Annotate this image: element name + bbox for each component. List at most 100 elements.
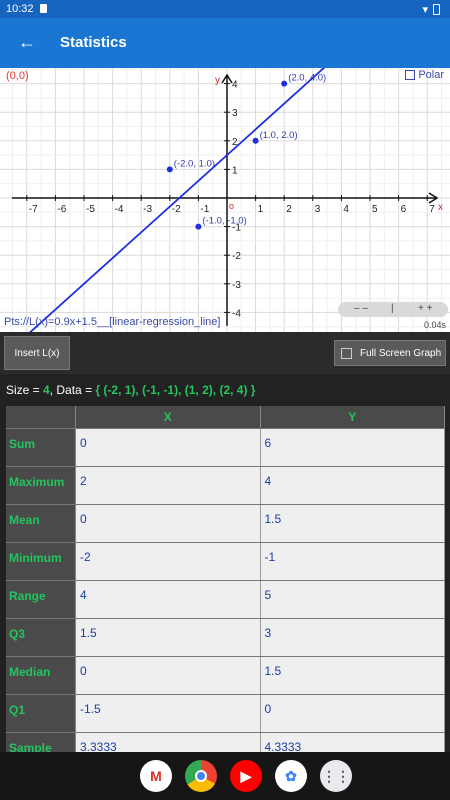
cell-x: 4 bbox=[76, 581, 261, 618]
cell-x: -1.5 bbox=[76, 695, 261, 732]
data-point bbox=[195, 223, 202, 230]
back-arrow-icon[interactable]: ← bbox=[18, 32, 36, 53]
page-title: Statistics bbox=[60, 34, 127, 51]
polar-checkbox[interactable] bbox=[405, 70, 416, 80]
data-point-label: (2.0, 4.0) bbox=[288, 73, 326, 84]
app-bar: ← Statistics bbox=[0, 18, 450, 68]
cell-y: 1.5 bbox=[260, 657, 445, 694]
y-axis-label: y bbox=[215, 75, 220, 86]
zoom-divider: | bbox=[391, 303, 394, 314]
fullscreen-checkbox[interactable] bbox=[341, 347, 352, 359]
data-point-label: (-2.0, 1.0) bbox=[174, 158, 215, 169]
data-point-label: (1.0, 2.0) bbox=[260, 130, 298, 141]
row-label: Minimum bbox=[6, 543, 76, 580]
row-label: Maximum bbox=[6, 467, 76, 504]
x-tick-label: 4 bbox=[343, 204, 349, 215]
table-row: Range 4 5 bbox=[6, 581, 445, 619]
polar-toggle[interactable]: Polar bbox=[405, 69, 444, 81]
graph-area[interactable]: -7 -6 -5 -4 -3 -2 -1 1 2 3 4 5 6 7 4 3 2 1 -1 -2 -3 -4 y x o (-2.… bbox=[0, 68, 450, 332]
fullscreen-label: Full Screen Graph bbox=[360, 347, 442, 359]
header-y: Y bbox=[260, 406, 445, 428]
row-label: Q3 bbox=[6, 619, 76, 656]
render-time: 0.04s bbox=[423, 320, 446, 330]
table-row: Sum 0 6 bbox=[6, 429, 445, 467]
origin-label: (0,0) bbox=[6, 70, 29, 82]
photos-icon[interactable]: ✿ bbox=[275, 760, 307, 792]
x-tick-label: -5 bbox=[86, 204, 95, 215]
x-tick-label: -1 bbox=[200, 204, 209, 215]
polar-label: Polar bbox=[418, 69, 444, 81]
table-row: Mean 0 1.5 bbox=[6, 505, 445, 543]
cell-y: 6 bbox=[260, 429, 445, 466]
nav-dock: M ▶ ✿ ⋮⋮ bbox=[0, 752, 450, 800]
notification-icon bbox=[40, 4, 47, 13]
cell-y: 4 bbox=[260, 467, 445, 504]
chrome-icon[interactable] bbox=[185, 760, 217, 792]
gmail-icon[interactable]: M bbox=[140, 760, 172, 792]
x-tick-label: -7 bbox=[29, 204, 38, 215]
y-tick-label: -4 bbox=[232, 308, 241, 319]
y-tick-label: 3 bbox=[232, 108, 238, 119]
cell-x: -2 bbox=[76, 543, 261, 580]
x-tick-label: 1 bbox=[258, 204, 264, 215]
row-label: Range bbox=[6, 581, 76, 618]
apps-icon[interactable]: ⋮⋮ bbox=[320, 760, 352, 792]
battery-icon bbox=[433, 4, 440, 15]
fullscreen-button[interactable]: Full Screen Graph bbox=[334, 340, 446, 366]
y-tick-label: -2 bbox=[232, 251, 241, 262]
origin-tick-label: o bbox=[229, 201, 234, 211]
size-prefix: Size = bbox=[6, 383, 44, 397]
cell-x: 0 bbox=[76, 505, 261, 542]
x-tick-label: 5 bbox=[372, 204, 378, 215]
wifi-icon: ▾ bbox=[422, 4, 428, 16]
status-icons: ▾ bbox=[422, 3, 440, 16]
header-x: X bbox=[76, 406, 261, 428]
zoom-in-button[interactable]: + + bbox=[418, 303, 432, 314]
data-prefix: , Data = bbox=[49, 383, 96, 397]
zoom-out-button[interactable]: – – bbox=[354, 303, 368, 314]
toolbar: Insert L(x) Full Screen Graph bbox=[0, 332, 450, 374]
insert-button[interactable]: Insert L(x) bbox=[4, 336, 70, 370]
row-label: Mean bbox=[6, 505, 76, 542]
x-tick-label: 2 bbox=[286, 204, 292, 215]
x-tick-label: 7 bbox=[429, 204, 435, 215]
youtube-icon[interactable]: ▶ bbox=[230, 760, 262, 792]
cell-y: 5 bbox=[260, 581, 445, 618]
table-header: X Y bbox=[6, 406, 445, 429]
y-tick-label: 1 bbox=[232, 165, 238, 176]
regression-line bbox=[29, 68, 326, 332]
table-row: Q1 -1.5 0 bbox=[6, 695, 445, 733]
x-tick-label: -3 bbox=[143, 204, 152, 215]
status-time: 10:32 bbox=[6, 3, 34, 15]
data-point bbox=[166, 166, 173, 173]
x-tick-label: 3 bbox=[315, 204, 321, 215]
x-axis-label: x bbox=[438, 202, 443, 213]
x-tick-label: -6 bbox=[57, 204, 66, 215]
row-label: Sum bbox=[6, 429, 76, 466]
table-row: Median 0 1.5 bbox=[6, 657, 445, 695]
table-corner bbox=[6, 406, 76, 428]
cell-x: 0 bbox=[76, 657, 261, 694]
cell-y: 1.5 bbox=[260, 505, 445, 542]
data-summary: Size = 4, Data = { (-2, 1), (-1, -1), (1… bbox=[6, 383, 255, 397]
cell-y: -1 bbox=[260, 543, 445, 580]
data-point-label: (-1.0, -1.0) bbox=[202, 216, 246, 227]
cell-y: 0 bbox=[260, 695, 445, 732]
y-tick-label: -3 bbox=[232, 280, 241, 291]
table-row: Maximum 2 4 bbox=[6, 467, 445, 505]
data-value: { (-2, 1), (-1, -1), (1, 2), (2, 4) } bbox=[95, 383, 256, 397]
cell-y: 3 bbox=[260, 619, 445, 656]
expression-label: Pts://L(x)=0.9x+1.5__[linear-regression_… bbox=[4, 316, 221, 328]
table-row: Minimum -2 -1 bbox=[6, 543, 445, 581]
data-point bbox=[252, 137, 259, 144]
data-point bbox=[281, 80, 288, 87]
graph-canvas[interactable]: -7 -6 -5 -4 -3 -2 -1 1 2 3 4 5 6 74321-1-2-3-4yxo(-2.… bbox=[0, 68, 450, 332]
zoom-control[interactable]: – – | + + bbox=[338, 302, 448, 317]
status-bar: 10:32 ▾ bbox=[0, 0, 450, 18]
size-value: 4 bbox=[43, 383, 50, 397]
x-tick-label: -2 bbox=[172, 204, 181, 215]
cell-x: 0 bbox=[76, 429, 261, 466]
cell-x: 2 bbox=[76, 467, 261, 504]
stats-table: X Y Sum 0 6 Maximum 2 4 Mean 0 1.5 Minimum -2 -1 Ran… bbox=[6, 406, 445, 771]
y-tick-label: 4 bbox=[232, 80, 238, 91]
